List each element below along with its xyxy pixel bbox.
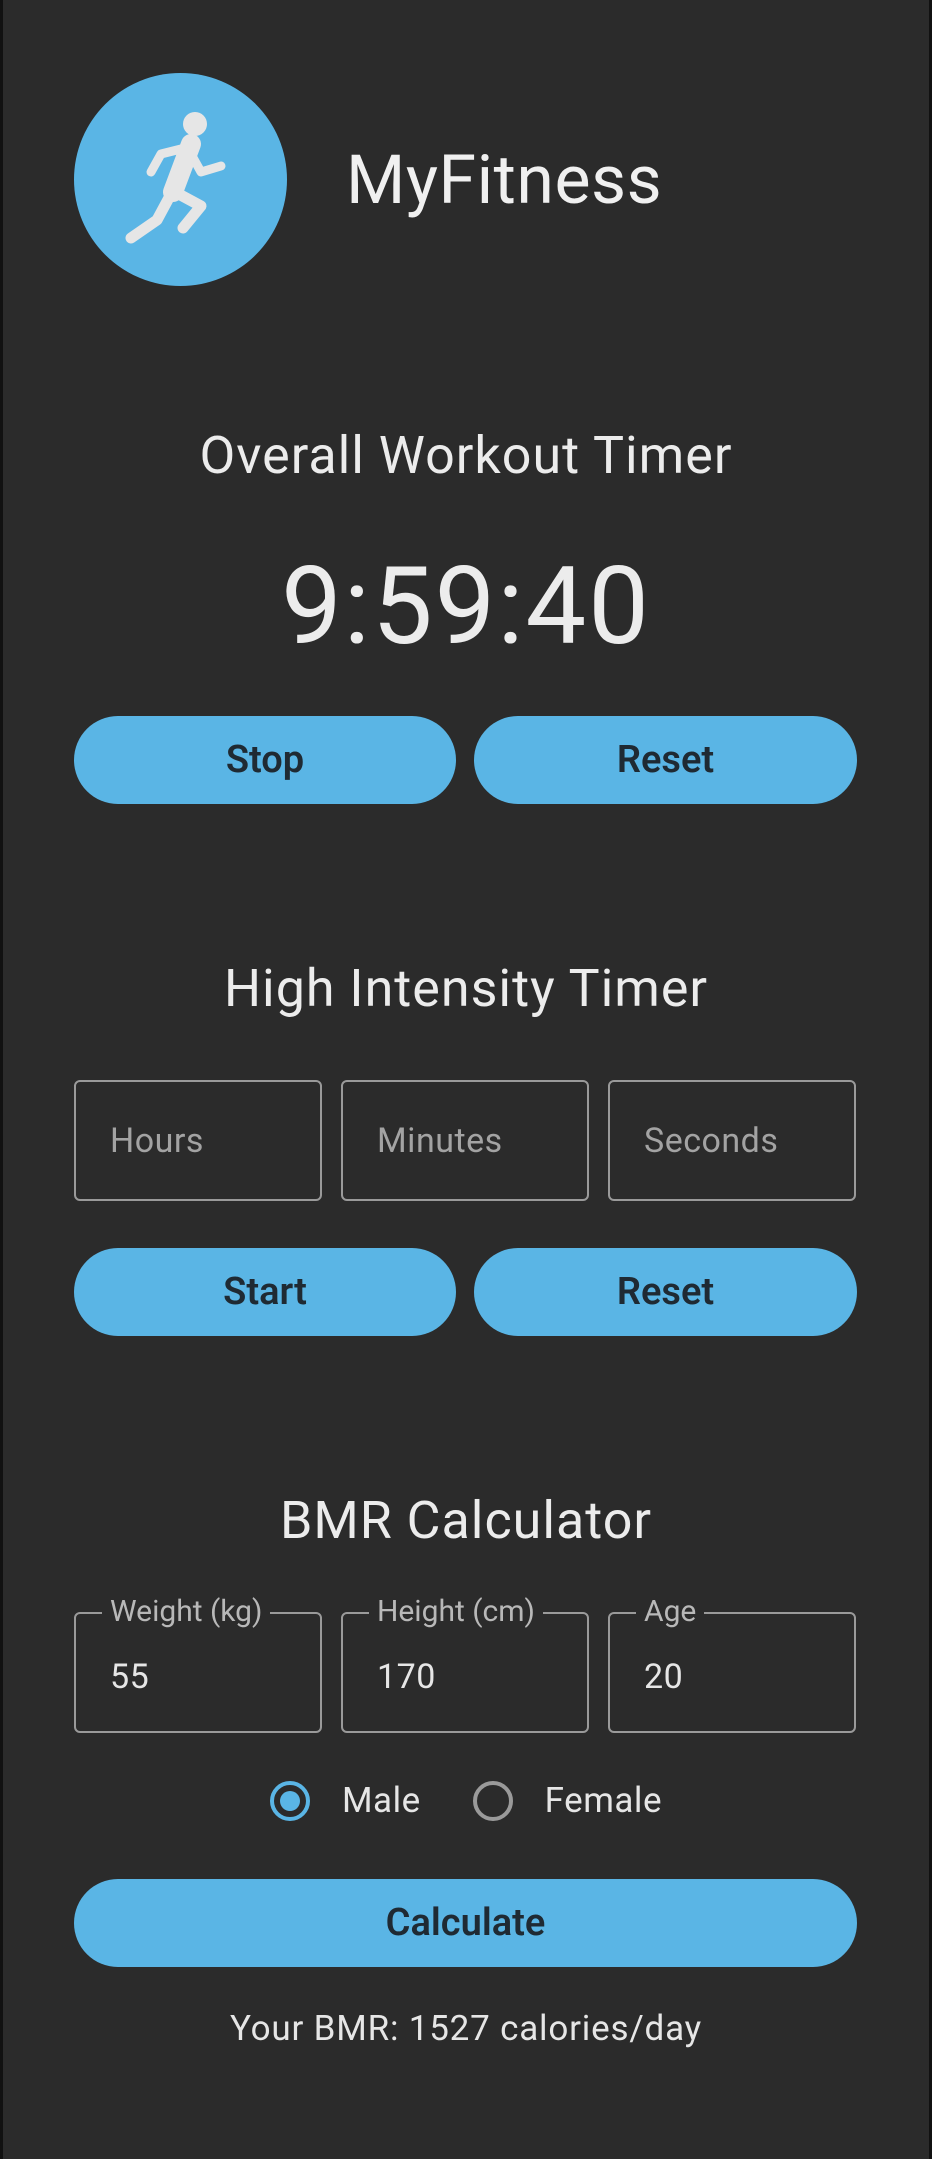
male-radio[interactable]: Male bbox=[269, 1780, 421, 1821]
sex-radio-group: Male Female bbox=[0, 1780, 932, 1821]
weight-field[interactable]: Weight (kg) 55 bbox=[74, 1592, 322, 1733]
frame-edge-left bbox=[0, 0, 3, 2159]
app-header: MyFitness bbox=[74, 73, 662, 286]
female-radio[interactable]: Female bbox=[472, 1780, 662, 1821]
seconds-input[interactable]: Seconds bbox=[608, 1080, 856, 1201]
hiit-timer-title: High Intensity Timer bbox=[223, 958, 709, 1019]
hiit-start-button[interactable]: Start bbox=[74, 1248, 456, 1336]
seconds-placeholder: Seconds bbox=[644, 1120, 779, 1161]
workout-timer-display: 9:59:40 bbox=[281, 544, 651, 670]
minutes-placeholder: Minutes bbox=[377, 1120, 503, 1161]
female-radio-label[interactable]: Female bbox=[545, 1780, 662, 1821]
height-value: 170 bbox=[377, 1656, 436, 1697]
workout-stop-button[interactable]: Stop bbox=[74, 716, 456, 804]
app-title: MyFitness bbox=[346, 139, 663, 220]
age-field[interactable]: Age 20 bbox=[608, 1592, 856, 1733]
app-logo bbox=[74, 73, 287, 286]
bmr-result-text: Your BMR: 1527 calories/day bbox=[229, 2008, 703, 2049]
hours-placeholder: Hours bbox=[110, 1120, 204, 1161]
male-radio-label[interactable]: Male bbox=[342, 1780, 421, 1821]
calculate-button[interactable]: Calculate bbox=[74, 1879, 857, 1967]
female-radio-button[interactable] bbox=[472, 1780, 513, 1821]
male-radio-button[interactable] bbox=[269, 1780, 310, 1821]
weight-value: 55 bbox=[110, 1656, 150, 1697]
minutes-input[interactable]: Minutes bbox=[341, 1080, 589, 1201]
height-field[interactable]: Height (cm) 170 bbox=[341, 1592, 589, 1733]
age-value: 20 bbox=[644, 1656, 684, 1697]
workout-reset-button[interactable]: Reset bbox=[474, 716, 857, 804]
bmr-calculator-title: BMR Calculator bbox=[279, 1490, 653, 1551]
workout-timer-title: Overall Workout Timer bbox=[199, 425, 733, 486]
running-person-icon bbox=[125, 111, 225, 243]
hiit-reset-button[interactable]: Reset bbox=[474, 1248, 857, 1336]
hours-input[interactable]: Hours bbox=[74, 1080, 322, 1201]
